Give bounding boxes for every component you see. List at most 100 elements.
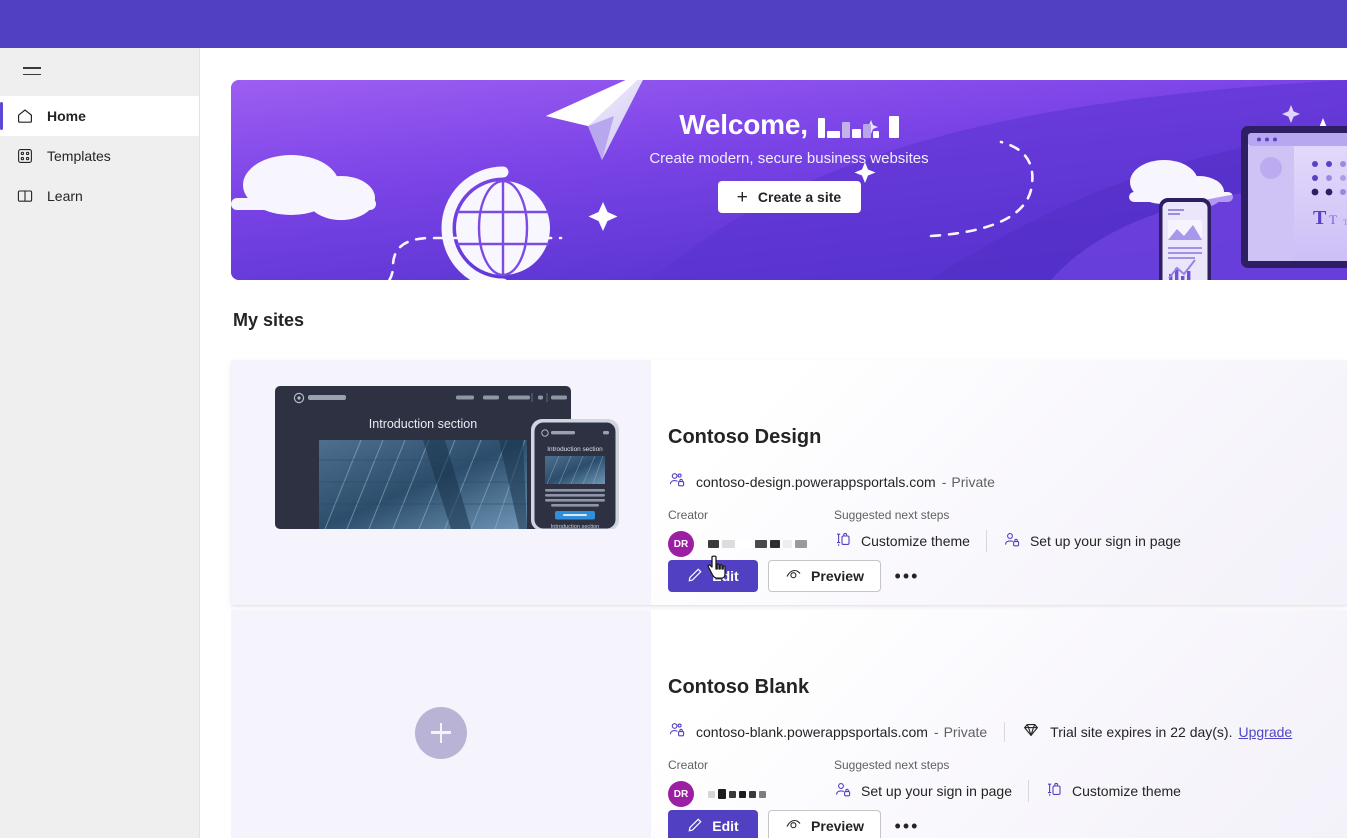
- site-url: contoso-blank.powerappsportals.com: [696, 723, 928, 740]
- welcome-heading: Welcome,: [231, 109, 1347, 141]
- main-content: T T T Welcome, Create modern, secure bus…: [200, 48, 1347, 838]
- step-separator: [985, 530, 987, 552]
- site-title: Contoso Design: [668, 426, 822, 448]
- upgrade-link[interactable]: Upgrade: [1238, 724, 1292, 740]
- sidebar-item-label: Templates: [47, 148, 111, 164]
- svg-text:T: T: [1329, 212, 1337, 227]
- site-meta-row: Creator DR: [668, 758, 1181, 807]
- my-sites-heading: My sites: [233, 310, 305, 330]
- preview-label: Preview: [811, 818, 864, 834]
- preview-label: Preview: [811, 568, 864, 584]
- creator-column: Creator DR: [668, 758, 834, 807]
- edit-button[interactable]: Edit: [668, 810, 758, 838]
- suggested-next-steps-label: Suggested next steps: [834, 758, 950, 772]
- preview-button[interactable]: Preview: [768, 560, 881, 592]
- step-separator: [1028, 780, 1029, 802]
- step-set-up-sign-in-page[interactable]: Set up your sign in page: [1003, 531, 1181, 552]
- site-url-row: contoso-blank.powerappsportals.com - Pri…: [668, 721, 1292, 742]
- svg-text:Introduction section: Introduction section: [369, 417, 477, 431]
- step-label: Set up your sign in page: [861, 783, 1012, 799]
- privacy-value: Private: [951, 473, 995, 490]
- sidebar-item-label: Home: [47, 108, 86, 124]
- suggested-next-steps-label: Suggested next steps: [834, 508, 950, 522]
- creator-line: DR: [668, 781, 834, 807]
- step-set-up-sign-in-page[interactable]: Set up your sign in page: [834, 781, 1012, 802]
- site-title: Contoso Blank: [668, 676, 810, 698]
- creator-line: DR: [668, 531, 834, 557]
- trial-text: Trial site expires in 22 day(s).: [1050, 723, 1233, 740]
- step-label: Set up your sign in page: [1029, 533, 1181, 549]
- suggested-steps-line: Customize theme Set up your sign in page: [834, 530, 1181, 552]
- site-url-row: contoso-design.powerappsportals.com - Pr…: [668, 471, 995, 492]
- svg-text:Introduction section: Introduction section: [551, 524, 600, 529]
- sidebar-nav: Home Templates Learn: [0, 96, 199, 216]
- site-card[interactable]: Introduction section Introduction sectio…: [231, 360, 1347, 605]
- site-card-actions: Edit Preview •••: [668, 810, 923, 838]
- site-card-body: Contoso Blank contoso-blank.powerappspor…: [668, 610, 1347, 838]
- pencil-icon: [687, 817, 703, 836]
- step-customize-theme[interactable]: Customize theme: [1045, 781, 1181, 802]
- creator-label: Creator: [668, 508, 709, 522]
- site-card[interactable]: Contoso Blank contoso-blank.powerappspor…: [231, 610, 1347, 838]
- hamburger-line: [23, 73, 41, 75]
- eye-icon: [785, 816, 802, 836]
- welcome-banner: T T T Welcome, Create modern, secure bus…: [231, 80, 1347, 280]
- site-thumbnail[interactable]: Introduction section Introduction sectio…: [231, 360, 651, 605]
- people-lock-icon: [668, 721, 686, 742]
- more-options-button[interactable]: •••: [891, 560, 923, 592]
- redacted-user-name: [817, 112, 899, 138]
- top-app-bar: [0, 0, 1347, 48]
- person-lock-icon: [1003, 531, 1021, 552]
- sidebar-item-learn[interactable]: Learn: [0, 176, 199, 216]
- book-icon: [16, 187, 34, 205]
- sidebar-item-templates[interactable]: Templates: [0, 136, 199, 176]
- site-url-chunk: contoso-blank.powerappsportals.com: [668, 721, 928, 742]
- site-preview-image: Introduction section Introduction sectio…: [273, 384, 621, 529]
- creator-column: Creator DR: [668, 508, 834, 557]
- welcome-prefix: Welcome,: [679, 109, 808, 140]
- site-meta-row: Creator DR: [668, 508, 1181, 557]
- step-customize-theme[interactable]: Customize theme: [834, 531, 970, 552]
- hamburger-menu-icon[interactable]: [8, 48, 56, 94]
- sidebar-item-label: Learn: [47, 188, 83, 204]
- diamond-icon: [1022, 721, 1040, 742]
- eye-icon: [785, 566, 802, 586]
- site-card-actions: Edit Preview •••: [668, 560, 923, 592]
- avatar: DR: [668, 531, 694, 557]
- more-options-button[interactable]: •••: [891, 810, 923, 838]
- sidebar-item-home[interactable]: Home: [0, 96, 199, 136]
- banner-subtitle: Create modern, secure business websites: [649, 150, 929, 167]
- site-thumbnail[interactable]: [231, 610, 651, 838]
- privacy-separator: -: [941, 473, 947, 490]
- site-url-chunk: contoso-design.powerappsportals.com: [668, 471, 936, 492]
- templates-grid-icon: [16, 147, 34, 165]
- step-label: Customize theme: [861, 533, 970, 549]
- left-sidebar: Home Templates Learn: [0, 48, 200, 838]
- hamburger-line: [23, 67, 41, 69]
- step-label: Customize theme: [1072, 783, 1181, 799]
- privacy-separator: -: [933, 723, 939, 740]
- site-card-body: Contoso Design contoso-design.powerappsp…: [668, 360, 1347, 605]
- svg-text:Introduction section: Introduction section: [547, 446, 603, 453]
- suggested-steps-column: Suggested next steps: [834, 758, 1181, 807]
- redacted-creator-name: [708, 538, 807, 550]
- creator-label: Creator: [668, 758, 709, 772]
- app-root: Home Templates Learn T T T Welcome, Crea…: [0, 0, 1347, 838]
- avatar: DR: [668, 781, 694, 807]
- edit-label: Edit: [712, 568, 739, 584]
- trial-notice: Trial site expires in 22 day(s). Upgrade: [1022, 721, 1292, 742]
- edit-button[interactable]: Edit: [668, 560, 758, 592]
- palette-icon: [1045, 781, 1063, 802]
- person-lock-icon: [834, 781, 852, 802]
- palette-icon: [834, 531, 852, 552]
- create-a-site-label: Create a site: [757, 189, 842, 205]
- privacy-value: Private: [943, 723, 988, 740]
- edit-label: Edit: [712, 818, 739, 834]
- url-trial-divider: [1004, 721, 1006, 742]
- site-url: contoso-design.powerappsportals.com: [696, 473, 936, 490]
- plus-circle-icon[interactable]: [415, 706, 467, 759]
- pencil-icon: [687, 567, 703, 586]
- preview-button[interactable]: Preview: [768, 810, 881, 838]
- create-a-site-button[interactable]: + Create a site: [717, 181, 861, 213]
- svg-text:T: T: [1313, 207, 1327, 229]
